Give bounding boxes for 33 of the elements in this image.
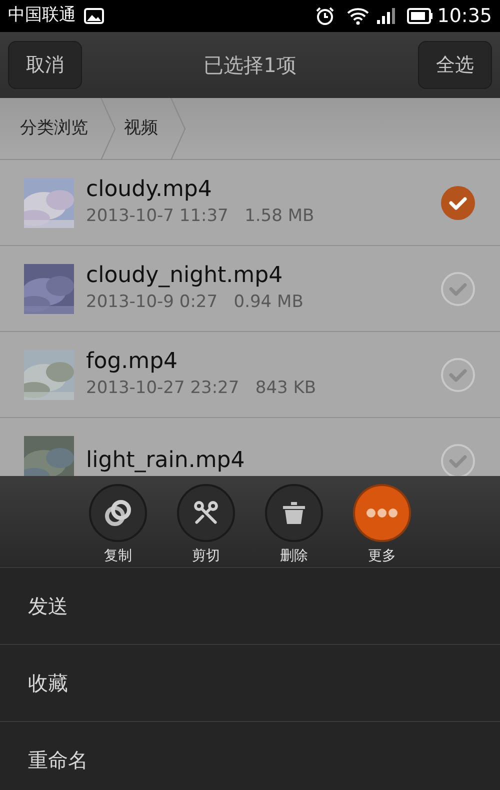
checkbox[interactable] (440, 184, 476, 220)
file-details: 2013-10-27 23:27 843 KB (86, 376, 318, 400)
clock-time: 10:35 (437, 4, 492, 29)
checkbox[interactable] (440, 442, 476, 476)
scissors-icon (192, 499, 220, 527)
file-name: light_rain.mp4 (86, 446, 246, 474)
file-name: cloudy.mp4 (86, 176, 213, 204)
cancel-button[interactable]: 取消 (8, 41, 82, 89)
checkbox[interactable] (440, 356, 476, 392)
menu-item[interactable]: 发送 (0, 568, 500, 645)
menu-item[interactable]: 重命名 (0, 722, 500, 790)
checkbox[interactable] (440, 270, 476, 306)
wifi-icon (347, 7, 370, 25)
file-row[interactable]: fog.mp4 2013-10-27 23:27 843 KB (0, 332, 500, 418)
select-all-button[interactable]: 全选 (418, 41, 492, 89)
signal-icon (377, 7, 396, 25)
trash-icon (280, 499, 308, 527)
file-row[interactable]: cloudy.mp4 2013-10-7 11:37 1.58 MB (0, 160, 500, 246)
carrier-name: 中国联通 (8, 4, 76, 28)
header-title: 已选择1项 (202, 52, 298, 79)
alarm-icon (315, 6, 336, 26)
image-icon (84, 8, 104, 24)
breadcrumb-item[interactable]: 分类浏览 (0, 116, 100, 142)
rings-icon (103, 498, 133, 528)
more-icon (366, 508, 398, 518)
file-name: fog.mp4 (86, 348, 179, 376)
file-row[interactable]: cloudy_night.mp4 2013-10-9 0:27 0.94 MB (0, 246, 500, 332)
menu-item[interactable]: 收藏 (0, 645, 500, 722)
breadcrumb-item[interactable]: 视频 (116, 116, 170, 142)
file-name: cloudy_night.mp4 (86, 262, 284, 290)
battery-icon (407, 8, 434, 24)
file-details: 2013-10-7 11:37 1.58 MB (86, 204, 316, 228)
file-details: 2013-10-9 0:27 0.94 MB (86, 290, 304, 314)
